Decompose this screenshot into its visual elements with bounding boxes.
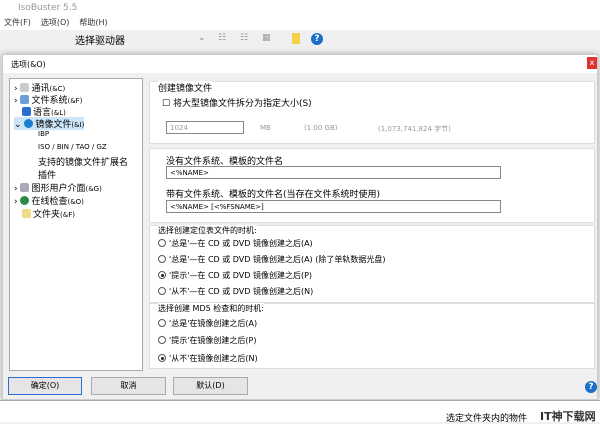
create-image-title: 创建镜像文件 (158, 81, 213, 94)
help-icon[interactable]: ? (585, 381, 597, 393)
md5-radio-prompt[interactable]: '提示'在镜像创建之后(P) (158, 335, 256, 346)
folder-icon (22, 209, 31, 218)
cue-title: 选择创建定位表文件的时机: (158, 225, 257, 236)
language-icon (22, 107, 31, 116)
window-icon (20, 183, 30, 192)
ok-button[interactable]: 确定(O) (8, 377, 82, 395)
drive-select[interactable]: 选择驱动器 (75, 32, 215, 47)
options-tree[interactable]: › 通讯(&C) › 文件系统(&F) 语言(&L) ⌄ 镜像文件(&I) IB… (9, 78, 143, 371)
drive-select-label: 选择驱动器 (75, 36, 125, 47)
fs-input[interactable] (166, 200, 501, 213)
tree-item-gui[interactable]: › 图形用户介面(&G) (14, 181, 102, 194)
menu-help[interactable]: 帮助(H) (79, 18, 107, 27)
toolbar: 选择驱动器 ⌄ ☷ ☷ ▦ ? (0, 30, 600, 48)
menu-bar: 文件(F) 选项(O) 帮助(H) (0, 17, 600, 30)
md5-radio-never[interactable]: '从不'在镜像创建之后(N) (158, 353, 258, 364)
split-checkbox[interactable]: ☐ 将大型镜像文件拆分为指定大小(S) (162, 96, 312, 109)
unit-label: MB (260, 124, 271, 132)
default-button[interactable]: 默认(D) (173, 377, 248, 395)
cue-radio-prompt[interactable]: '提示'—在 CD 或 DVD 镜像创建之后(P) (158, 270, 312, 281)
dialog-title: 选项(&O) (11, 60, 46, 69)
export-icon[interactable] (292, 33, 300, 44)
options-dialog: 选项(&O) x › 通讯(&C) › 文件系统(&F) 语言(&L) ⌄ 镜像… (2, 54, 598, 400)
grid-view-icon[interactable]: ▦ (262, 33, 271, 43)
tree-item-extensions[interactable]: 支持的镜像文件扩展名 (38, 155, 128, 168)
fs-label: 带有文件系统、模板的文件名(当存在文件系统时使用) (166, 190, 381, 200)
md5-title: 选择创建 MD5 检查和的时机: (158, 303, 264, 314)
no-fs-input[interactable] (166, 166, 501, 179)
app-title-bar: IsoBuster 5.5 (0, 0, 600, 17)
status-text: 选定文件夹内的物件 (446, 414, 528, 424)
cue-radio-always-except[interactable]: '总是'—在 CD 或 DVD 镜像创建之后(A) (除了单轨数据光盘) (158, 254, 385, 265)
cue-radio-never[interactable]: '从不'—在 CD 或 DVD 镜像创建之后(N) (158, 286, 313, 297)
disc-icon (24, 119, 34, 128)
globe-icon (20, 196, 30, 205)
help-icon[interactable]: ? (311, 33, 323, 45)
dialog-title-bar: 选项(&O) (3, 55, 597, 73)
list-view-icon[interactable]: ☷ (218, 33, 226, 43)
bytes-label: (1,073,741,824 字节) (378, 125, 451, 133)
filename-group: 没有文件系统、模板的文件名 带有文件系统、模板的文件名(当存在文件系统时使用) (149, 148, 595, 223)
cue-radio-always[interactable]: '总是'—在 CD 或 DVD 镜像创建之后(A) (158, 238, 313, 249)
detail-view-icon[interactable]: ☷ (240, 33, 248, 43)
md5-group: 选择创建 MD5 检查和的时机: '总是'在镜像创建之后(A) '提示'在镜像创… (149, 303, 595, 369)
cancel-button[interactable]: 取消 (91, 377, 166, 395)
status-bar: 选定文件夹内的物件 IT神下载网 (0, 400, 600, 424)
tree-item-folder[interactable]: 文件夹(&F) (22, 207, 75, 220)
tree-item-ibp[interactable]: IBP (38, 130, 49, 138)
gear-icon (20, 83, 30, 92)
tree-item-plugins[interactable]: 插件 (38, 168, 56, 181)
tree-item-online-check[interactable]: › 在线检查(&O) (14, 194, 84, 207)
app-title: IsoBuster 5.5 (18, 3, 78, 13)
filesystem-icon (20, 95, 30, 104)
close-button[interactable]: x (587, 57, 597, 69)
split-size-input[interactable] (166, 121, 244, 134)
chevron-down-icon[interactable]: ⌄ (198, 33, 206, 43)
menu-options[interactable]: 选项(O) (41, 18, 70, 27)
cue-group: 选择创建定位表文件的时机: '总是'—在 CD 或 DVD 镜像创建之后(A) … (149, 225, 595, 303)
md5-radio-always[interactable]: '总是'在镜像创建之后(A) (158, 318, 257, 329)
menu-file[interactable]: 文件(F) (4, 18, 31, 27)
gb-label: (1.00 GB) (304, 124, 338, 132)
create-image-group: 创建镜像文件 ☐ 将大型镜像文件拆分为指定大小(S) MB (1.00 GB) … (149, 81, 595, 144)
tree-item-image-files[interactable]: ⌄ 镜像文件(&I) (14, 117, 85, 130)
tree-item-iso-bin[interactable]: ISO / BIN / TAO / GZ (38, 143, 107, 151)
